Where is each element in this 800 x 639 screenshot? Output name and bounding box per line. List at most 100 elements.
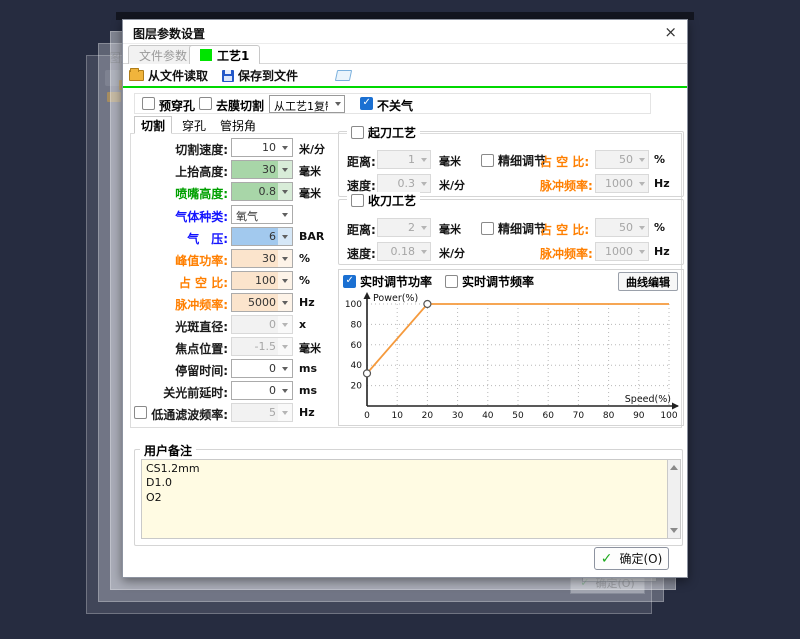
chevron-down-icon <box>278 316 292 333</box>
gas-keep-checkbox[interactable] <box>360 97 373 110</box>
lead-in-group: 起刀工艺 距离: 1 毫米 精细调节 占 空 比: 50 % 速度: 0.3 米… <box>338 131 684 197</box>
chevron-down-icon[interactable] <box>278 228 292 245</box>
chevron-down-icon <box>417 175 430 192</box>
chevron-down-icon[interactable] <box>278 272 292 289</box>
ok-button[interactable]: ✓ 确定(O) <box>594 547 669 570</box>
open-folder-icon <box>129 70 144 81</box>
tab-process-1[interactable]: 工艺1 <box>189 45 260 64</box>
copy-from-process-dropdown[interactable]: 从工艺1复制 <box>269 95 345 113</box>
lift-height-input[interactable]: 30 <box>231 160 293 179</box>
svg-text:40: 40 <box>351 361 363 371</box>
focus-position-input: -1.5 <box>231 337 293 356</box>
chevron-down-icon <box>635 243 648 260</box>
realtime-power-option: 实时调节功率 <box>343 273 432 290</box>
chevron-down-icon[interactable] <box>278 382 292 399</box>
gas-keep-label: 不关气 <box>377 97 413 114</box>
svg-text:20: 20 <box>351 382 363 392</box>
chevron-down-icon[interactable] <box>278 360 292 377</box>
lead-in-checkbox[interactable] <box>351 126 364 139</box>
note-tool-button[interactable] <box>336 70 351 81</box>
layer-parameter-dialog: 图层参数设置 × 文件参数 工艺1 从文件读取 保存到文件 预穿孔 去膜切割 从… <box>122 19 688 578</box>
read-from-file-button[interactable]: 从文件读取 <box>129 67 208 84</box>
lead-in-duty-input: 50 <box>595 150 649 169</box>
power-speed-curve-chart[interactable]: 010203040506070809010020406080100Power(%… <box>343 290 681 424</box>
lead-out-speed-input: 0.18 <box>377 242 431 261</box>
pulse-freq-input[interactable]: 5000 <box>231 293 293 312</box>
svg-text:80: 80 <box>351 320 363 330</box>
chevron-down-icon[interactable] <box>278 250 292 267</box>
svg-text:70: 70 <box>573 411 585 421</box>
nozzle-height-input[interactable]: 0.8 <box>231 182 293 201</box>
dialog-title: 图层参数设置 <box>133 25 205 42</box>
svg-text:80: 80 <box>603 411 615 421</box>
svg-text:100: 100 <box>660 411 677 421</box>
pre-pierce-checkbox[interactable] <box>142 97 155 110</box>
svg-text:60: 60 <box>351 341 363 351</box>
subtab-pierce[interactable]: 穿孔 <box>176 116 212 134</box>
chevron-down-icon[interactable] <box>278 161 292 178</box>
lead-out-group: 收刀工艺 距离: 2 毫米 精细调节 占 空 比: 50 % 速度: 0.18 … <box>338 199 684 265</box>
subtab-corner[interactable]: 管拐角 <box>214 116 262 134</box>
lead-out-checkbox[interactable] <box>351 194 364 207</box>
cut-speed-input[interactable]: 10 <box>231 138 293 157</box>
user-notes-title: 用户备注 <box>140 442 196 459</box>
chevron-down-icon <box>417 151 430 168</box>
fine-tune-checkbox[interactable] <box>481 154 494 167</box>
lead-out-distance-input: 2 <box>377 218 431 237</box>
svg-text:0: 0 <box>364 411 370 421</box>
save-floppy-icon <box>222 70 234 82</box>
chevron-down-icon <box>417 219 430 236</box>
realtime-power-checkbox[interactable] <box>343 275 356 288</box>
options-row: 预穿孔 去膜切割 从工艺1复制 不关气 <box>134 93 651 114</box>
notes-scrollbar[interactable] <box>667 459 681 539</box>
svg-text:100: 100 <box>345 300 362 310</box>
chevron-down-icon <box>335 102 341 106</box>
chevron-down-icon[interactable] <box>278 294 292 311</box>
svg-text:50: 50 <box>512 411 524 421</box>
fine-tune-checkbox[interactable] <box>481 222 494 235</box>
user-notes-textarea[interactable]: CS1.2mm D1.0 O2 <box>141 459 667 539</box>
film-cut-checkbox[interactable] <box>199 97 212 110</box>
chevron-down-icon <box>635 151 648 168</box>
svg-text:Speed(%): Speed(%) <box>625 394 671 405</box>
lead-in-freq-input: 1000 <box>595 174 649 193</box>
close-icon[interactable]: × <box>664 23 677 41</box>
lead-out-title: 收刀工艺 <box>368 192 416 209</box>
curve-edit-button[interactable]: 曲线编辑 <box>618 272 678 291</box>
svg-text:30: 30 <box>452 411 464 421</box>
gas-pressure-input[interactable]: 6 <box>231 227 293 246</box>
chevron-down-icon <box>635 175 648 192</box>
duty-cycle-input[interactable]: 100 <box>231 271 293 290</box>
svg-text:20: 20 <box>422 411 434 421</box>
save-to-file-button[interactable]: 保存到文件 <box>222 67 298 84</box>
realtime-freq-checkbox[interactable] <box>445 275 458 288</box>
tab-strip: 文件参数 工艺1 <box>123 44 687 64</box>
chevron-down-icon <box>417 243 430 260</box>
tab-file-params[interactable]: 文件参数 <box>128 45 198 64</box>
gas-type-dropdown[interactable]: 氧气 <box>231 205 293 224</box>
check-icon: ✓ <box>601 552 613 566</box>
subtab-cut[interactable]: 切割 <box>134 116 172 134</box>
scroll-down-icon[interactable] <box>670 528 678 533</box>
lead-in-distance-input: 1 <box>377 150 431 169</box>
lowpass-freq-input: 5 <box>231 403 293 422</box>
title-bar[interactable]: 图层参数设置 × <box>123 20 687 44</box>
svg-text:60: 60 <box>542 411 554 421</box>
pre-pierce-label: 预穿孔 <box>159 97 195 114</box>
toolbar-separator <box>123 86 687 88</box>
peak-power-input[interactable]: 30 <box>231 249 293 268</box>
realtime-curve-panel: 实时调节功率 实时调节频率 曲线编辑 010203040506070809010… <box>338 269 684 426</box>
lead-in-speed-input: 0.3 <box>377 174 431 193</box>
chevron-down-icon <box>278 338 292 355</box>
chevron-down-icon[interactable] <box>278 183 292 200</box>
dwell-time-input[interactable]: 0 <box>231 359 293 378</box>
film-cut-label: 去膜切割 <box>216 97 264 114</box>
scroll-up-icon[interactable] <box>670 465 678 470</box>
svg-text:40: 40 <box>482 411 494 421</box>
svg-text:Power(%): Power(%) <box>373 293 418 304</box>
chevron-down-icon[interactable] <box>278 139 292 156</box>
note-icon <box>335 70 352 81</box>
laser-off-delay-input[interactable]: 0 <box>231 381 293 400</box>
chevron-down-icon <box>635 219 648 236</box>
chevron-down-icon[interactable] <box>278 206 292 223</box>
